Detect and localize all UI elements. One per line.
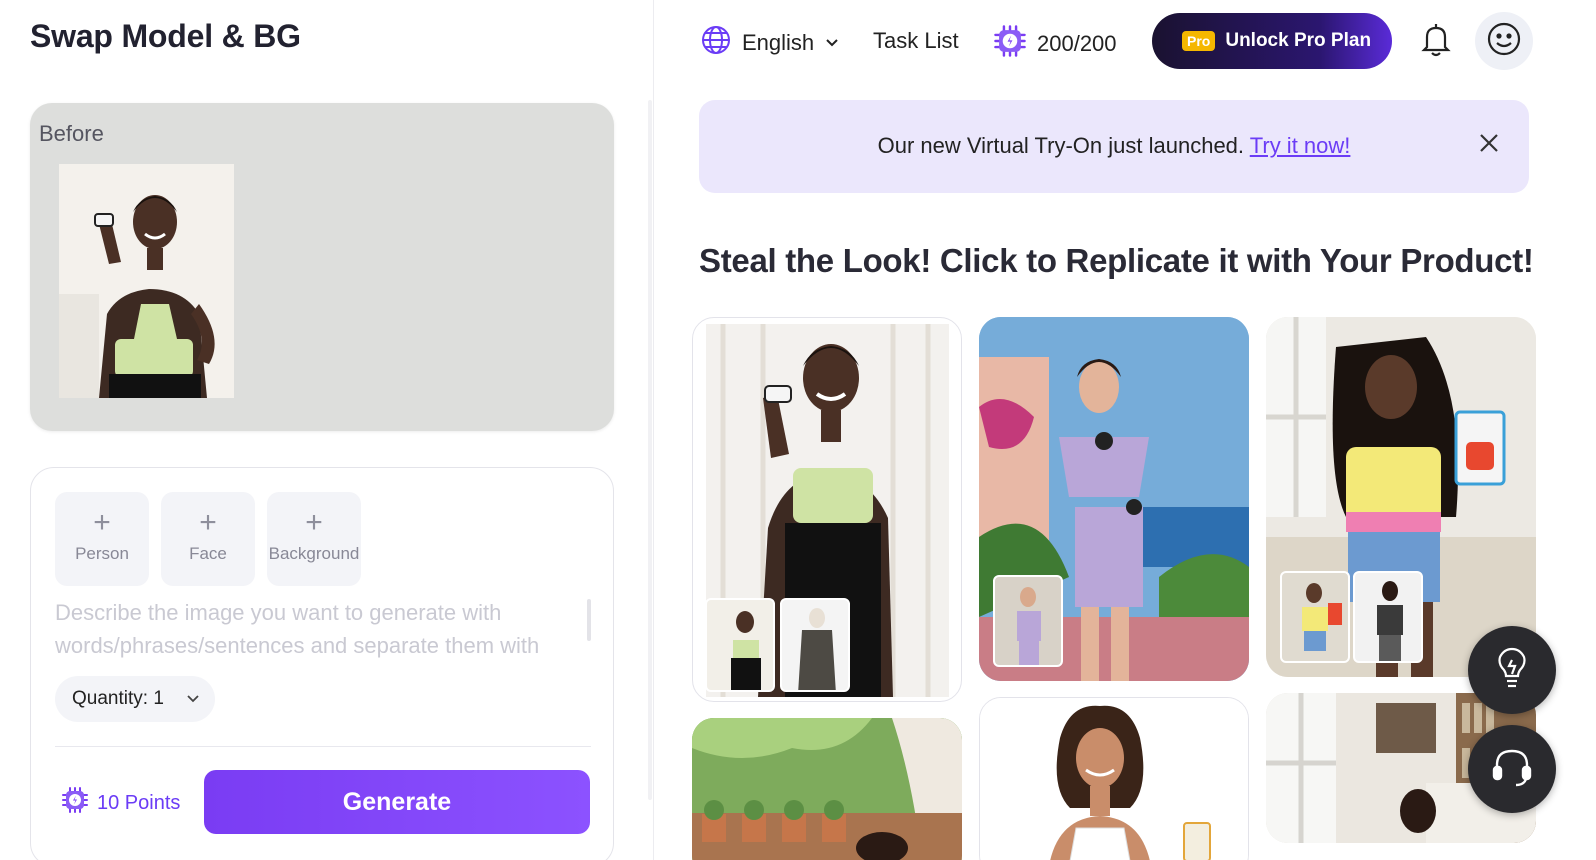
prompt-input[interactable] [55,596,585,666]
reference-thumbnail[interactable] [1353,571,1423,663]
credit-chip-icon [993,24,1027,64]
slot-label-background: Background [268,544,360,563]
lightbulb-icon [1492,646,1532,695]
gallery-headline: Steal the Look! Click to Replicate it wi… [699,242,1534,279]
banner-message: Our new Virtual Try-On just launched. Tr… [699,133,1529,159]
bell-icon[interactable] [1420,22,1452,63]
cost-indicator: 10 Points [61,786,181,820]
try-it-now-link[interactable]: Try it now! [1250,133,1351,158]
before-label: Before [39,121,104,146]
plus-icon: + [93,506,111,539]
quantity-select[interactable]: Quantity: 1 [55,676,215,722]
quantity-label: Quantity: 1 [72,688,164,709]
reference-thumbnail[interactable] [1280,571,1350,663]
tips-button[interactable] [1468,626,1556,714]
cost-label: 10 Points [97,791,181,814]
slot-label-face: Face [189,544,227,563]
headset-icon [1490,745,1534,794]
chevron-down-icon [186,676,200,740]
announcement-banner: Our new Virtual Try-On just launched. Tr… [699,100,1529,193]
task-list-link[interactable]: Task List [873,28,959,54]
left-scrollbar[interactable] [648,100,652,800]
input-card: + Person + Face + Background Quantity: 1 [30,467,614,860]
pro-badge: Pro [1182,31,1216,51]
reference-thumbnail[interactable] [993,575,1063,667]
reference-thumbnail[interactable] [780,598,850,692]
before-preview-card: Before [30,103,614,431]
credits-counter[interactable]: 200/200 [993,24,1117,64]
background-upload-slot[interactable]: + Background [267,492,361,586]
slot-label-person: Person [75,544,129,563]
credit-chip-icon [61,786,89,820]
reference-thumbnail[interactable] [705,598,775,692]
globe-icon [700,24,732,62]
left-panel: Swap Model & BG Before + Person + Face +… [0,0,654,860]
support-button[interactable] [1468,725,1556,813]
unlock-pro-label: Unlock Pro Plan [1225,30,1372,51]
gallery-tile-1[interactable] [692,317,962,702]
plus-icon: + [199,506,217,539]
banner-text: Our new Virtual Try-On just launched. [877,133,1250,158]
gallery-tile-3[interactable] [1266,317,1536,677]
divider [55,746,591,747]
gallery-tile-4[interactable] [692,718,962,860]
app-title: Swap Model & BG [30,18,301,54]
credits-value: 200/200 [1037,31,1117,56]
language-label: English [742,30,815,55]
person-upload-slot[interactable]: + Person [55,492,149,586]
generate-button[interactable]: Generate [204,770,590,834]
prompt-scrollbar[interactable] [587,599,591,641]
unlock-pro-button[interactable]: Pro Unlock Pro Plan [1152,13,1392,69]
gallery-tile-2[interactable] [979,317,1249,681]
close-icon[interactable] [1478,132,1500,158]
avatar[interactable] [1475,12,1533,70]
before-image[interactable] [59,164,234,398]
language-select[interactable]: English [700,24,840,62]
plus-icon: + [305,506,323,539]
face-upload-slot[interactable]: + Face [161,492,255,586]
smiley-icon [1487,22,1521,61]
chevron-down-icon [824,30,840,56]
gallery-tile-5[interactable] [979,697,1249,860]
top-bar: English Task List 200/200 Pro Unlock Pro [655,0,1596,84]
